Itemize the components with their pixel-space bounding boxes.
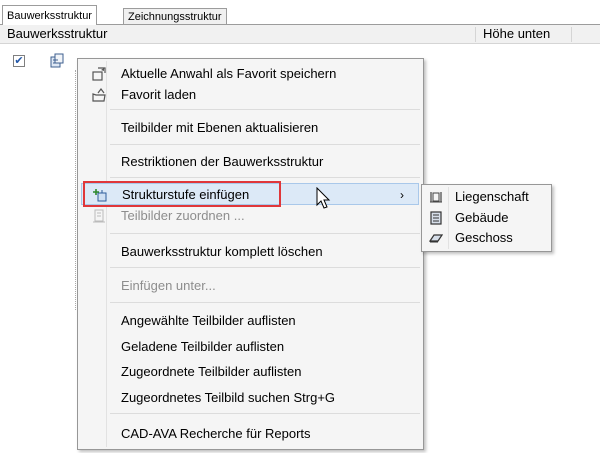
menu-item-save-favorite[interactable]: Aktuelle Anwahl als Favorit speichern bbox=[81, 63, 419, 85]
column-separator[interactable] bbox=[571, 27, 572, 42]
menu-item-delete-structure[interactable]: Bauwerksstruktur komplett löschen bbox=[81, 241, 419, 263]
building-icon bbox=[430, 211, 442, 225]
menu-item-label: CAD-AVA Recherche für Reports bbox=[121, 426, 311, 441]
menu-item-list-selected[interactable]: Angewählte Teilbilder auflisten bbox=[81, 310, 419, 332]
menu-item-label: Einfügen unter... bbox=[121, 278, 216, 293]
menu-item-list-loaded[interactable]: Geladene Teilbilder auflisten bbox=[81, 336, 419, 358]
root-checkbox[interactable]: ✔ bbox=[13, 55, 25, 67]
insert-structure-level-icon bbox=[93, 189, 107, 202]
context-menu: Aktuelle Anwahl als Favorit speichern Fa… bbox=[77, 58, 424, 450]
menu-item-load-favorite[interactable]: Favorit laden bbox=[81, 84, 419, 106]
building-structure-icon[interactable] bbox=[49, 53, 65, 69]
load-favorite-icon bbox=[92, 88, 106, 102]
menu-separator bbox=[110, 144, 420, 145]
menu-item-label: Favorit laden bbox=[121, 87, 197, 102]
menu-separator bbox=[110, 413, 420, 414]
menu-item-label: Zugeordnetes Teilbild suchen Strg+G bbox=[121, 390, 336, 405]
menu-item-cad-ava-search[interactable]: CAD-AVA Recherche für Reports bbox=[81, 423, 419, 445]
submenu-item-liegenschaft[interactable]: Liegenschaft bbox=[425, 187, 549, 207]
menu-item-label: Zugeordnete Teilbilder auflisten bbox=[121, 364, 302, 379]
menu-item-label: Restriktionen der Bauwerksstruktur bbox=[121, 154, 324, 169]
floor-icon bbox=[429, 234, 443, 243]
property-icon bbox=[430, 192, 442, 203]
menu-separator bbox=[110, 267, 420, 268]
menu-separator bbox=[110, 177, 420, 178]
submenu-item-gebaeude[interactable]: Gebäude bbox=[425, 208, 549, 228]
menu-item-label: Angewählte Teilbilder auflisten bbox=[121, 313, 296, 328]
column-header-height[interactable]: Höhe unten bbox=[483, 25, 550, 43]
column-header: Bauwerksstruktur Höhe unten bbox=[0, 25, 600, 44]
submenu-arrow-icon: › bbox=[400, 188, 404, 202]
tab-bar: Bauwerksstruktur Zeichnungsstruktur bbox=[0, 0, 600, 25]
submenu-item-geschoss[interactable]: Geschoss bbox=[425, 228, 549, 248]
submenu-item-label: Gebäude bbox=[455, 210, 509, 225]
column-header-name[interactable]: Bauwerksstruktur bbox=[7, 25, 107, 43]
submenu-item-label: Liegenschaft bbox=[455, 189, 529, 204]
menu-item-list-assigned[interactable]: Zugeordnete Teilbilder auflisten bbox=[81, 361, 419, 383]
menu-item-label: Strukturstufe einfügen bbox=[122, 187, 250, 202]
menu-item-label: Aktuelle Anwahl als Favorit speichern bbox=[121, 66, 337, 81]
submenu-structure-levels: Liegenschaft Gebäude Geschoss bbox=[421, 184, 552, 252]
tab-bauwerksstruktur[interactable]: Bauwerksstruktur bbox=[2, 5, 97, 25]
save-favorite-icon bbox=[92, 67, 106, 81]
menu-item-insert-structure-level[interactable]: Strukturstufe einfügen › bbox=[81, 183, 419, 205]
menu-item-label: Bauwerksstruktur komplett löschen bbox=[121, 244, 323, 259]
menu-item-restrictions[interactable]: Restriktionen der Bauwerksstruktur bbox=[81, 151, 419, 173]
menu-item-label: Teilbilder zuordnen ... bbox=[121, 208, 245, 223]
menu-separator bbox=[110, 233, 420, 234]
menu-item-insert-under[interactable]: Einfügen unter... bbox=[81, 275, 419, 297]
menu-item-label: Geladene Teilbilder auflisten bbox=[121, 339, 285, 354]
assign-drawing-files-icon bbox=[93, 209, 105, 223]
menu-item-assign-drawing-files[interactable]: Teilbilder zuordnen ... bbox=[81, 205, 419, 227]
menu-item-label: Teilbilder mit Ebenen aktualisieren bbox=[121, 120, 319, 135]
tab-zeichnungsstruktur[interactable]: Zeichnungsstruktur bbox=[123, 8, 227, 25]
menu-item-find-assigned[interactable]: Zugeordnetes Teilbild suchen Strg+G bbox=[81, 387, 419, 409]
mouse-cursor-icon bbox=[316, 187, 331, 209]
menu-separator bbox=[110, 302, 420, 303]
column-separator[interactable] bbox=[475, 27, 476, 42]
menu-item-update-layers[interactable]: Teilbilder mit Ebenen aktualisieren bbox=[81, 117, 419, 139]
menu-separator bbox=[110, 109, 420, 110]
submenu-item-label: Geschoss bbox=[455, 230, 513, 245]
